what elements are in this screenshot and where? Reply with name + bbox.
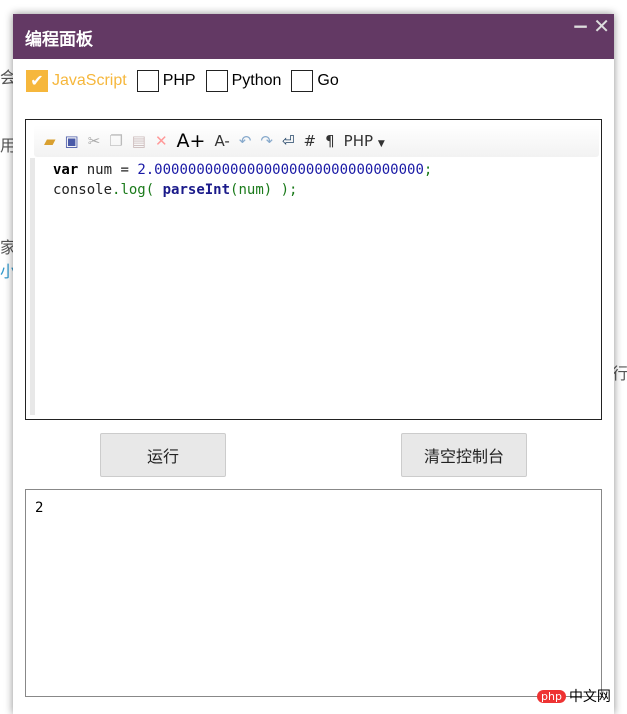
code-token: .log( bbox=[112, 182, 155, 198]
code-token: console bbox=[53, 182, 113, 198]
lang-label: PHP bbox=[162, 72, 196, 89]
lang-label: Go bbox=[317, 72, 339, 89]
font-increase-icon[interactable]: A+ bbox=[177, 130, 206, 152]
invisibles-icon[interactable]: ¶ bbox=[325, 132, 335, 150]
copy-icon[interactable]: ❐ bbox=[109, 132, 122, 150]
minimize-icon[interactable]: − bbox=[572, 14, 589, 38]
dialog-title: 编程面板 bbox=[25, 30, 93, 50]
checkbox[interactable] bbox=[136, 70, 159, 92]
watermark: php 中文网 bbox=[537, 686, 611, 706]
lang-label: JavaScript bbox=[52, 72, 127, 89]
checkbox[interactable] bbox=[291, 70, 314, 92]
code-editor[interactable]: ▰ ▣ ✂ ❐ ▤ ✕ A+ A- ↶ ↷ ⏎ # ¶ PHP ▼ var nu… bbox=[25, 119, 602, 420]
editor-gutter bbox=[30, 158, 35, 415]
lang-python[interactable]: Python bbox=[205, 70, 282, 92]
editor-toolbar: ▰ ▣ ✂ ❐ ▤ ✕ A+ A- ↶ ↷ ⏎ # ¶ PHP ▼ bbox=[34, 125, 599, 157]
lang-go[interactable]: Go bbox=[291, 70, 339, 92]
checkbox[interactable] bbox=[205, 70, 228, 92]
code-token: var bbox=[53, 162, 79, 178]
watermark-text: 中文网 bbox=[568, 689, 611, 705]
dialog-header: 编程面板 − ✕ bbox=[13, 14, 614, 59]
checkbox-checked-icon[interactable]: ✔ bbox=[26, 70, 48, 92]
open-folder-icon[interactable]: ▰ bbox=[44, 132, 56, 150]
lang-php[interactable]: PHP bbox=[136, 70, 196, 92]
syntax-value: PHP bbox=[343, 132, 374, 150]
caret-down-icon: ▼ bbox=[377, 139, 385, 149]
code-token: 2.00000000000000000000000000000000 bbox=[137, 162, 424, 178]
lang-javascript[interactable]: ✔ JavaScript bbox=[26, 70, 127, 92]
paste-icon[interactable]: ▤ bbox=[132, 132, 146, 150]
watermark-logo: php bbox=[537, 689, 566, 703]
syntax-select[interactable]: PHP ▼ bbox=[344, 132, 385, 150]
redo-icon[interactable]: ↷ bbox=[260, 132, 273, 150]
code-token: num = bbox=[78, 162, 138, 178]
code-token: (num) bbox=[230, 182, 273, 198]
code-token: ); bbox=[272, 182, 298, 198]
line-numbers-icon[interactable]: # bbox=[304, 132, 317, 150]
code-token: ; bbox=[423, 162, 433, 178]
cut-icon[interactable]: ✂ bbox=[88, 132, 101, 150]
run-button[interactable]: 运行 bbox=[100, 433, 226, 477]
language-selector: ✔ JavaScript PHP Python Go bbox=[26, 70, 349, 92]
clear-console-button[interactable]: 清空控制台 bbox=[401, 433, 527, 477]
font-decrease-icon[interactable]: A- bbox=[214, 132, 229, 150]
bg-text: 行 bbox=[612, 364, 627, 383]
console-output: 2 bbox=[25, 489, 602, 697]
lang-label: Python bbox=[231, 72, 282, 89]
word-wrap-icon[interactable]: ⏎ bbox=[282, 132, 295, 150]
delete-icon[interactable]: ✕ bbox=[155, 132, 168, 150]
code-content[interactable]: var num = 2.0000000000000000000000000000… bbox=[53, 160, 432, 200]
save-icon[interactable]: ▣ bbox=[65, 132, 79, 150]
undo-icon[interactable]: ↶ bbox=[239, 132, 252, 150]
code-token: parseInt bbox=[162, 182, 231, 198]
code-panel-dialog: 编程面板 − ✕ ✔ JavaScript PHP Python Go ▰ ▣ ✂… bbox=[13, 14, 614, 714]
close-icon[interactable]: ✕ bbox=[593, 14, 610, 38]
